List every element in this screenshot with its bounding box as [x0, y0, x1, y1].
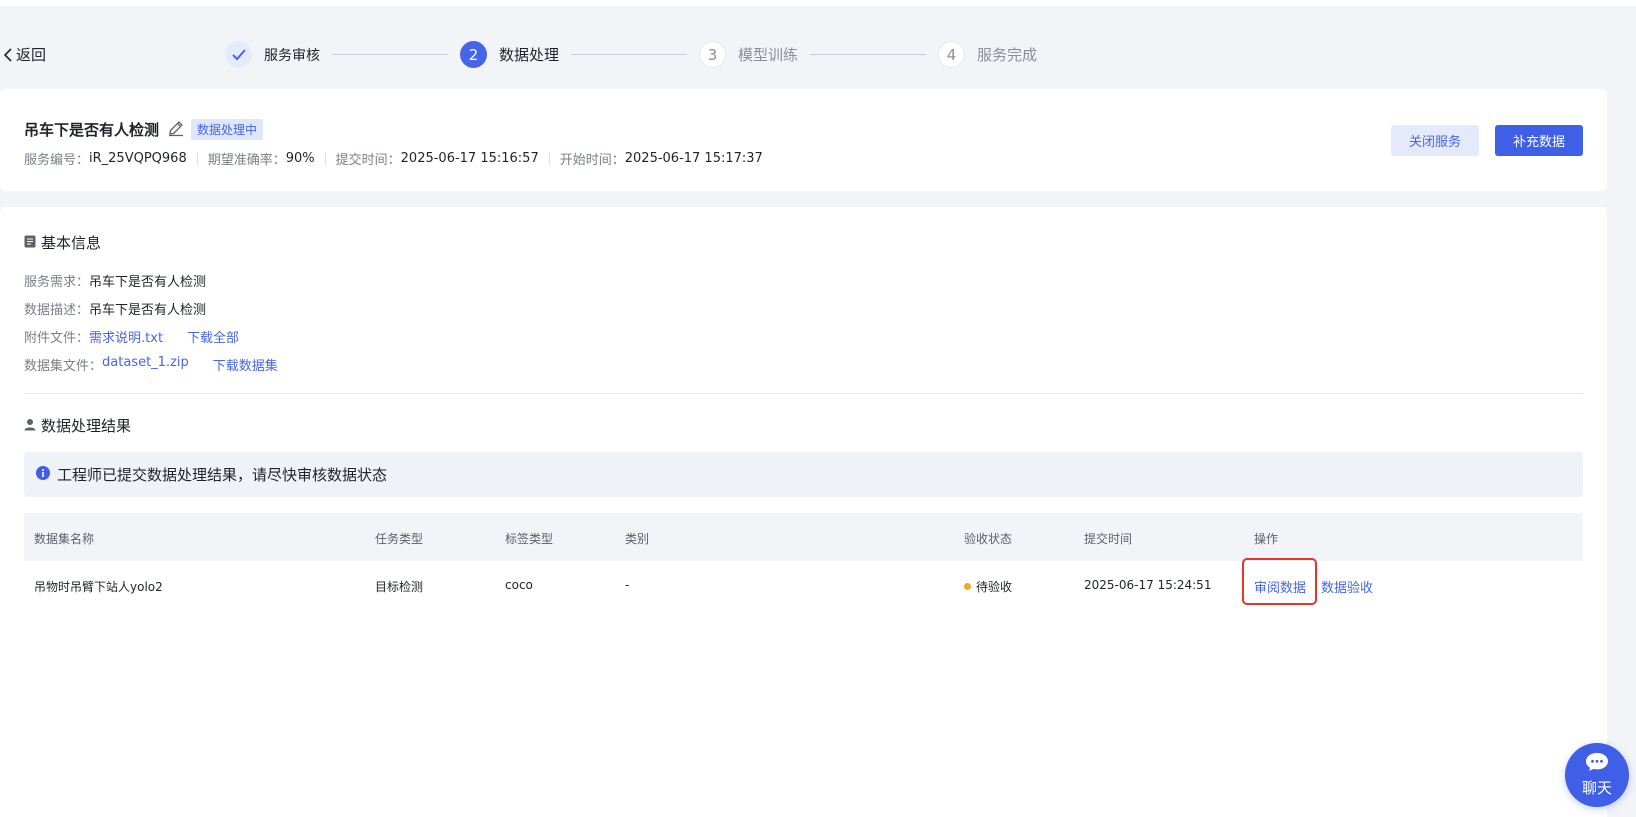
column-header-actions: 操作 — [1254, 532, 1279, 546]
basic-info-heading: 基本信息 — [24, 232, 101, 253]
column-header-label-type: 标签类型 — [505, 532, 554, 546]
column-header-submit-time: 提交时间 — [1084, 532, 1133, 546]
edit-icon[interactable] — [167, 119, 185, 141]
table-row: 吊物时吊臂下站人yolo2 目标检测 coco - 待验收 2025-06-17… — [24, 561, 1583, 609]
attachment-file-link[interactable]: 需求说明.txt — [89, 327, 163, 346]
download-all-link[interactable]: 下载全部 — [187, 327, 239, 346]
column-header-status: 验收状态 — [964, 532, 1013, 546]
step-connector — [810, 54, 927, 55]
accept-data-link[interactable]: 数据验收 — [1321, 577, 1373, 596]
step-label: 服务审核 — [264, 47, 320, 64]
status-cell: 待验收 — [964, 578, 1012, 595]
column-header-category: 类别 — [625, 532, 650, 546]
document-icon — [24, 234, 36, 252]
description-label: 数据描述： — [24, 303, 90, 318]
divider — [324, 151, 326, 166]
description-value: 吊车下是否有人检测 — [89, 303, 207, 318]
submit-time-value: 2025-06-17 15:16:57 — [400, 151, 539, 166]
detail-card — [0, 207, 1607, 817]
task-type-cell: 目标检测 — [375, 580, 424, 594]
service-summary-card: 吊车下是否有人检测 数据处理中 服务编号： iR_25VQPQ968 期望准确率… — [0, 89, 1607, 191]
requirement-label: 服务需求： — [24, 275, 90, 290]
notice-banner: 工程师已提交数据处理结果，请尽快审核数据状态 — [24, 452, 1583, 497]
step-service-review: 服务审核 — [225, 41, 320, 68]
label-type-cell: coco — [505, 578, 533, 592]
chat-bubble-icon — [1585, 752, 1609, 776]
step-connector — [571, 54, 688, 55]
column-header-task: 任务类型 — [375, 532, 424, 546]
submit-time-cell: 2025-06-17 15:24:51 — [1084, 578, 1212, 592]
step-number: 2 — [460, 41, 487, 68]
notice-text: 工程师已提交数据处理结果，请尽快审核数据状态 — [57, 466, 388, 484]
dataset-name-cell: 吊物时吊臂下站人yolo2 — [34, 580, 163, 594]
top-bar — [0, 0, 1636, 6]
status-badge: 数据处理中 — [191, 118, 264, 140]
dataset-file-link[interactable]: dataset_1.zip — [102, 355, 189, 374]
chat-button[interactable]: 聊天 — [1565, 743, 1629, 807]
step-number: 3 — [699, 41, 727, 68]
step-model-training: 3 模型训练 — [699, 41, 798, 68]
requirement-row: 服务需求： 吊车下是否有人检测 — [24, 271, 206, 290]
description-row: 数据描述： 吊车下是否有人检测 — [24, 299, 206, 318]
requirement-value: 吊车下是否有人检测 — [89, 275, 207, 290]
step-service-complete: 4 服务完成 — [938, 41, 1037, 68]
close-service-button[interactable]: 关闭服务 — [1391, 125, 1479, 156]
result-heading: 数据处理结果 — [24, 415, 131, 436]
table-header: 数据集名称 任务类型 标签类型 类别 验收状态 提交时间 操作 — [24, 513, 1583, 561]
dataset-label: 数据集文件： — [24, 359, 103, 374]
accuracy-label: 期望准确率： — [207, 153, 286, 168]
category-cell: - — [625, 578, 630, 592]
service-id-value: iR_25VQPQ968 — [89, 151, 187, 166]
add-data-button[interactable]: 补充数据 — [1495, 125, 1583, 156]
accuracy-value: 90% — [285, 151, 315, 166]
divider — [196, 151, 198, 166]
result-title: 数据处理结果 — [41, 417, 132, 435]
step-label: 服务完成 — [977, 46, 1038, 64]
submit-time-label: 提交时间： — [335, 153, 401, 168]
info-icon — [36, 465, 50, 484]
step-data-processing: 2 数据处理 — [460, 41, 559, 68]
highlight-box — [1242, 558, 1317, 605]
chat-label: 聊天 — [1581, 779, 1612, 797]
attachment-row: 附件文件： 需求说明.txt 下载全部 — [24, 327, 239, 346]
attachment-label: 附件文件： — [24, 331, 90, 346]
start-time-value: 2025-06-17 15:17:37 — [624, 151, 763, 166]
dataset-row: 数据集文件： dataset_1.zip 下载数据集 — [24, 355, 278, 374]
basic-info-title: 基本信息 — [41, 234, 102, 252]
progress-steps: 服务审核 2 数据处理 3 模型训练 4 服务完成 — [225, 41, 1037, 68]
service-id-label: 服务编号： — [24, 153, 90, 168]
download-dataset-link[interactable]: 下载数据集 — [213, 355, 278, 374]
step-number: 4 — [938, 41, 966, 68]
step-label: 数据处理 — [499, 46, 560, 64]
section-divider — [24, 393, 1583, 394]
divider — [548, 151, 550, 166]
status-text: 待验收 — [976, 580, 1013, 594]
step-label: 模型训练 — [738, 46, 799, 64]
step-connector — [332, 54, 448, 55]
user-icon — [24, 417, 36, 435]
back-button[interactable]: 返回 — [2, 44, 46, 65]
pending-dot-icon — [964, 583, 971, 590]
start-time-label: 开始时间： — [559, 153, 625, 168]
back-label: 返回 — [16, 46, 47, 64]
check-icon — [225, 41, 252, 68]
service-title: 吊车下是否有人检测 — [24, 120, 160, 139]
column-header-name: 数据集名称 — [34, 532, 95, 546]
chevron-left-icon — [3, 47, 12, 62]
